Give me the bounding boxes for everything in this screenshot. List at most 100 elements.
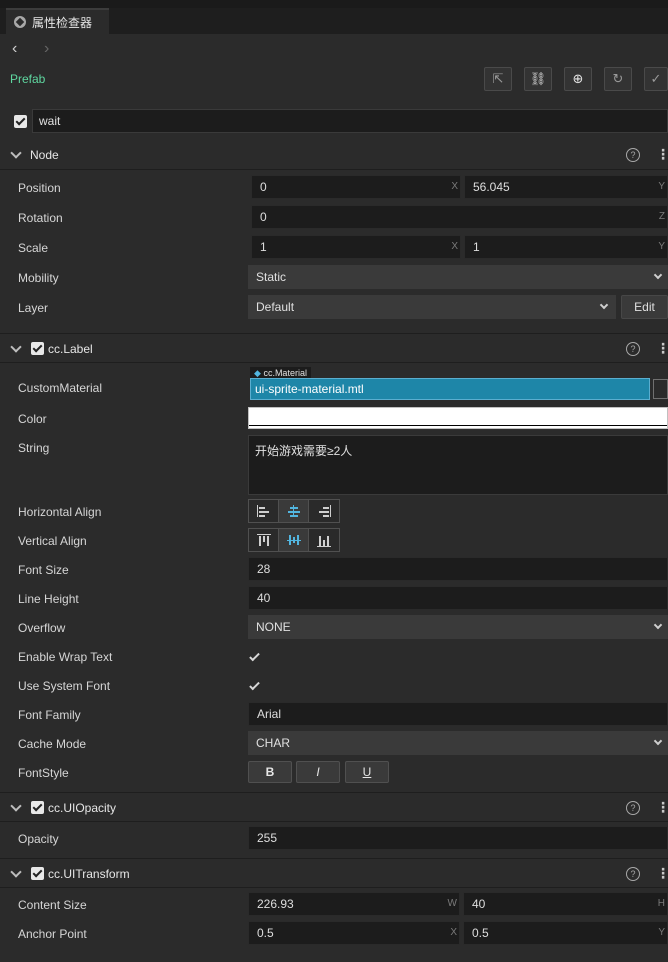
vertical-align-group (248, 528, 340, 552)
help-icon[interactable]: ? (626, 867, 640, 881)
select-asset-icon[interactable] (653, 379, 668, 399)
color-swatch[interactable] (248, 407, 668, 429)
component-enabled-checkbox[interactable] (31, 801, 44, 814)
align-top-icon[interactable] (249, 529, 279, 551)
rotation-input[interactable]: 0 Z (251, 205, 668, 229)
overflow-select[interactable]: NONE (248, 615, 668, 639)
system-font-label: Use System Font (18, 679, 111, 693)
align-center-icon[interactable] (279, 500, 309, 522)
section-node[interactable]: Node ? (0, 140, 668, 170)
custom-material-label: CustomMaterial (18, 381, 103, 395)
custom-material-field[interactable]: ui-sprite-material.mtl (250, 378, 650, 400)
scale-x-input[interactable]: 1 X (251, 235, 461, 259)
bold-button[interactable]: B (248, 761, 292, 783)
section-transform[interactable]: cc.UITransform ? (0, 858, 668, 888)
material-diamond-icon: ◆ (254, 368, 261, 378)
string-textarea[interactable]: 开始游戏需要≥2人 (248, 435, 668, 495)
layer-value: Default (256, 300, 295, 314)
section-title: cc.UIOpacity (48, 801, 117, 815)
more-icon[interactable] (656, 865, 668, 882)
chevron-down-icon (653, 270, 663, 280)
underline-button[interactable]: U (345, 761, 389, 783)
component-enabled-checkbox[interactable] (31, 342, 44, 355)
section-title: Node (30, 148, 59, 162)
axis-x-label: X (450, 927, 457, 938)
mobility-select[interactable]: Static (248, 265, 668, 289)
component-enabled-checkbox[interactable] (31, 867, 44, 880)
open-prefab-icon[interactable]: ⇱ (484, 67, 512, 91)
mobility-label: Mobility (18, 271, 59, 285)
color-label: Color (18, 412, 47, 426)
chevron-down-icon (599, 300, 609, 310)
tab-title: 属性检查器 (32, 15, 93, 30)
revert-icon[interactable]: ↻ (604, 67, 632, 91)
chevron-down-icon (653, 620, 663, 630)
cache-mode-value: CHAR (256, 736, 291, 750)
section-title: cc.Label (48, 342, 93, 356)
position-label: Position (18, 181, 61, 195)
axis-x-label: X (451, 241, 458, 252)
scale-label: Scale (18, 241, 49, 255)
locate-icon[interactable]: ⊕ (564, 67, 592, 91)
axis-y-label: Y (658, 927, 665, 938)
help-icon[interactable]: ? (626, 342, 640, 356)
anchor-y-input[interactable]: 0.5 Y (463, 921, 668, 945)
content-height-input[interactable]: 40 H (463, 892, 668, 916)
vertical-align-label: Vertical Align (18, 534, 87, 548)
italic-button[interactable]: I (296, 761, 340, 783)
more-icon[interactable] (656, 799, 668, 816)
section-opacity[interactable]: cc.UIOpacity ? (0, 792, 668, 822)
node-name-input[interactable]: wait (32, 109, 668, 133)
overflow-label: Overflow (18, 621, 66, 635)
opacity-label: Opacity (18, 832, 59, 846)
scale-y-value: 1 (473, 240, 480, 254)
help-icon[interactable]: ? (626, 148, 640, 162)
section-label[interactable]: cc.Label ? (0, 333, 668, 363)
tab-inspector[interactable]: 属性检查器 (6, 8, 109, 34)
unlink-icon[interactable]: ⛓ (524, 67, 552, 91)
scale-y-input[interactable]: 1 Y (464, 235, 668, 259)
align-left-icon[interactable] (249, 500, 279, 522)
edit-layer-button[interactable]: Edit (621, 295, 668, 319)
forward-button[interactable]: › (44, 40, 49, 58)
chevron-down-icon (653, 736, 663, 746)
horizontal-align-group (248, 499, 340, 523)
cache-mode-select[interactable]: CHAR (248, 731, 668, 755)
tab-bar: 属性检查器 (0, 0, 668, 34)
prefab-label: Prefab (10, 72, 46, 86)
wrap-text-checkbox[interactable] (248, 651, 261, 664)
content-height-value: 40 (472, 897, 486, 911)
cache-mode-label: Cache Mode (18, 737, 87, 751)
align-right-icon[interactable] (309, 500, 339, 522)
node-active-checkbox[interactable] (14, 115, 27, 128)
position-y-input[interactable]: 56.045 Y (464, 175, 668, 199)
chevron-down-icon (10, 147, 22, 159)
axis-w-label: W (447, 898, 457, 909)
chevron-down-icon (10, 341, 22, 353)
overflow-value: NONE (256, 620, 291, 634)
content-width-input[interactable]: 226.93 W (248, 892, 460, 916)
axis-z-label: Z (658, 211, 665, 222)
system-font-checkbox[interactable] (248, 680, 261, 693)
anchor-point-label: Anchor Point (18, 927, 87, 941)
inspector-icon (14, 16, 26, 28)
layer-label: Layer (18, 301, 49, 315)
anchor-y-value: 0.5 (472, 926, 489, 940)
align-bottom-icon[interactable] (309, 529, 339, 551)
align-middle-icon[interactable] (279, 529, 309, 551)
apply-icon[interactable]: ✓ (644, 67, 668, 91)
anchor-x-input[interactable]: 0.5 X (248, 921, 460, 945)
material-type: cc.Material (263, 368, 307, 378)
more-icon[interactable] (656, 340, 668, 357)
line-height-input[interactable]: 40 (248, 586, 668, 610)
back-button[interactable]: ‹ (12, 40, 17, 58)
help-icon[interactable]: ? (626, 801, 640, 815)
layer-select[interactable]: Default (248, 295, 616, 319)
font-size-input[interactable]: 28 (248, 557, 668, 581)
font-family-input[interactable]: Arial (248, 702, 668, 726)
position-x-input[interactable]: 0 X (251, 175, 461, 199)
mobility-value: Static (256, 270, 287, 284)
content-width-value: 226.93 (257, 897, 294, 911)
opacity-input[interactable]: 255 (248, 826, 668, 850)
more-icon[interactable] (656, 146, 668, 163)
